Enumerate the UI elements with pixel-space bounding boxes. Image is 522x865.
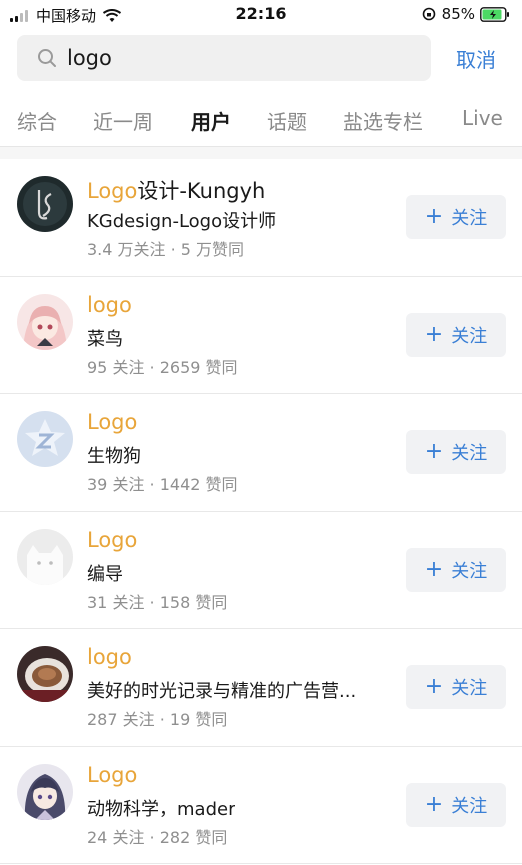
follow-label: 关注	[451, 678, 488, 699]
avatar[interactable]	[17, 646, 73, 702]
follow-button[interactable]: + 关注	[406, 430, 506, 474]
list-item[interactable]: Logo 编导 31 关注 · 158 赞同 + 关注	[0, 512, 522, 629]
plus-icon: +	[424, 321, 444, 347]
battery-percent: 85%	[441, 5, 475, 23]
follow-button[interactable]: + 关注	[406, 312, 506, 357]
user-bio: 动物科学，mader	[87, 798, 236, 820]
section-separator	[0, 147, 522, 159]
user-bio: KGdesign-Logo设计师	[87, 211, 277, 232]
search-box[interactable]	[17, 35, 431, 81]
plus-icon: +	[424, 791, 444, 817]
user-stats: 24 关注 · 282 赞同	[87, 827, 228, 847]
user-name[interactable]: Logo	[87, 528, 137, 552]
follow-button[interactable]: + 关注	[406, 665, 506, 709]
avatar[interactable]	[17, 411, 73, 467]
follow-label: 关注	[451, 325, 488, 347]
search-icon	[38, 49, 56, 67]
plus-icon: +	[424, 674, 444, 699]
user-stats: 95 关注 · 2659 赞同	[87, 357, 238, 377]
tab-live[interactable]: Live	[462, 106, 503, 130]
status-bar: 中国移动 22:16 85%	[0, 0, 522, 30]
plus-icon: +	[424, 556, 444, 582]
user-stats: 39 关注 · 1442 赞同	[87, 475, 238, 494]
plus-icon: +	[424, 204, 444, 229]
user-name[interactable]: Logo	[87, 763, 137, 787]
tab-users[interactable]: 用户	[191, 106, 231, 135]
follow-button[interactable]: + 关注	[406, 547, 506, 592]
search-tabs: 综合 近一周 用户 话题 盐选专栏 Live	[0, 94, 522, 148]
list-item[interactable]: Logo 生物狗 39 关注 · 1442 赞同 + 关注	[0, 394, 522, 512]
user-bio: 菜鸟	[87, 328, 123, 350]
follow-button[interactable]: + 关注	[406, 782, 506, 827]
user-list: Logo设计-Kungyh KGdesign-Logo设计师 3.4 万关注 ·…	[0, 159, 522, 864]
user-name[interactable]: Logo	[87, 410, 137, 434]
avatar[interactable]	[17, 763, 73, 820]
user-stats: 31 关注 · 158 赞同	[87, 592, 228, 612]
tab-overall[interactable]: 综合	[17, 106, 57, 135]
list-item[interactable]: Logo 动物科学，mader 24 关注 · 282 赞同 + 关注	[0, 747, 522, 864]
tab-recent-week[interactable]: 近一周	[93, 106, 153, 135]
follow-button[interactable]: + 关注	[406, 195, 506, 239]
follow-label: 关注	[451, 208, 488, 229]
user-name[interactable]: logo	[87, 293, 132, 317]
tab-topics[interactable]: 话题	[267, 106, 307, 135]
user-stats: 3.4 万关注 · 5 万赞同	[87, 240, 245, 259]
user-stats: 287 关注 · 19 赞同	[87, 710, 228, 729]
status-right: 85%	[422, 5, 510, 23]
search-input[interactable]	[67, 35, 407, 81]
user-bio: 生物狗	[87, 446, 141, 467]
avatar[interactable]	[17, 176, 73, 232]
avatar[interactable]	[17, 528, 73, 585]
plus-icon: +	[424, 439, 444, 464]
search-row: 取消	[0, 30, 522, 94]
tab-salt-column[interactable]: 盐选专栏	[343, 106, 423, 135]
list-item[interactable]: logo 菜鸟 95 关注 · 2659 赞同 + 关注	[0, 277, 522, 394]
list-item[interactable]: Logo设计-Kungyh KGdesign-Logo设计师 3.4 万关注 ·…	[0, 159, 522, 277]
follow-label: 关注	[451, 560, 488, 582]
rotation-lock-icon	[422, 7, 435, 21]
battery-icon	[480, 6, 509, 22]
user-bio: 美好的时光记录与精准的广告营...	[87, 681, 357, 702]
follow-label: 关注	[451, 795, 488, 817]
avatar[interactable]	[17, 293, 73, 350]
follow-label: 关注	[451, 443, 488, 464]
list-item[interactable]: logo 美好的时光记录与精准的广告营... 287 关注 · 19 赞同 + …	[0, 629, 522, 747]
cancel-button[interactable]: 取消	[456, 44, 496, 73]
user-bio: 编导	[87, 563, 123, 585]
user-name[interactable]: Logo设计-Kungyh	[87, 175, 265, 205]
user-name[interactable]: logo	[87, 645, 132, 669]
